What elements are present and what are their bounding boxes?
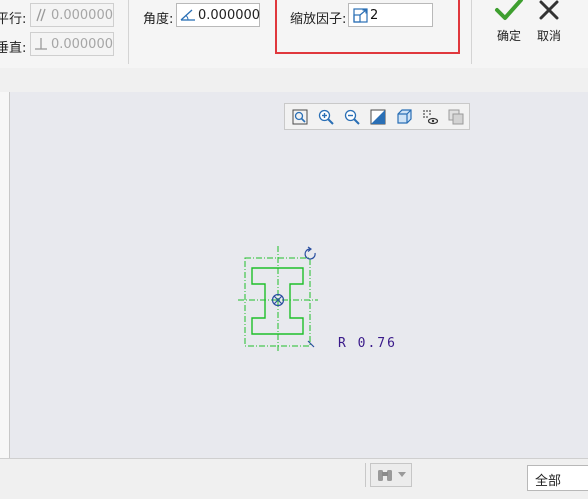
selection-filter-select[interactable]: 全部 <box>527 465 588 491</box>
dashboard-toolbar: 平行: 0.000000 垂直: 0.000000 角度: 0.000000 缩… <box>0 0 588 68</box>
graphics-view-toolbar <box>284 103 470 130</box>
checkmark-icon <box>494 0 524 25</box>
parallel-field[interactable]: 0.000000 <box>30 3 114 27</box>
repaint-icon[interactable] <box>367 107 389 127</box>
parallel-label: 平行: <box>0 12 27 27</box>
zoom-out-icon[interactable] <box>341 107 363 127</box>
parallel-icon <box>34 7 49 23</box>
perpendicular-icon <box>34 36 49 52</box>
sketch-view-icon[interactable] <box>445 107 467 127</box>
angle-value: 0.000000 <box>198 7 261 23</box>
display-style-icon[interactable] <box>419 107 441 127</box>
perpendicular-label: 垂直: <box>0 41 27 56</box>
perpendicular-value: 0.000000 <box>50 36 113 52</box>
cancel-button[interactable]: 取消 <box>531 0 567 50</box>
ok-button[interactable]: 确定 <box>491 0 527 50</box>
status-bar: 全部 <box>0 458 588 499</box>
scale-highlight-box <box>275 0 460 54</box>
ok-label: 确定 <box>496 29 521 43</box>
chevron-down-icon <box>398 472 406 478</box>
perpendicular-field[interactable]: 0.000000 <box>30 32 114 56</box>
ribbon-bottom-strip <box>0 68 588 93</box>
radius-dimension[interactable]: R 0.76 <box>338 336 397 351</box>
close-icon <box>538 0 560 23</box>
angle-label: 角度: <box>143 12 174 27</box>
zoom-to-fit-icon[interactable] <box>289 107 311 127</box>
toolbar-divider <box>128 0 129 64</box>
find-button[interactable] <box>370 463 412 487</box>
binoculars-icon <box>376 467 394 483</box>
rotate-handle-icon[interactable] <box>304 246 316 260</box>
zoom-in-icon[interactable] <box>315 107 337 127</box>
toolbar-divider <box>471 0 472 64</box>
status-divider <box>365 463 366 487</box>
saved-views-icon[interactable] <box>393 107 415 127</box>
parallel-value: 0.000000 <box>50 7 113 23</box>
model-tree-panel-edge <box>0 92 10 458</box>
angle-field[interactable]: 0.000000 <box>176 3 260 27</box>
angle-icon <box>180 7 196 23</box>
cancel-label: 取消 <box>536 29 561 43</box>
